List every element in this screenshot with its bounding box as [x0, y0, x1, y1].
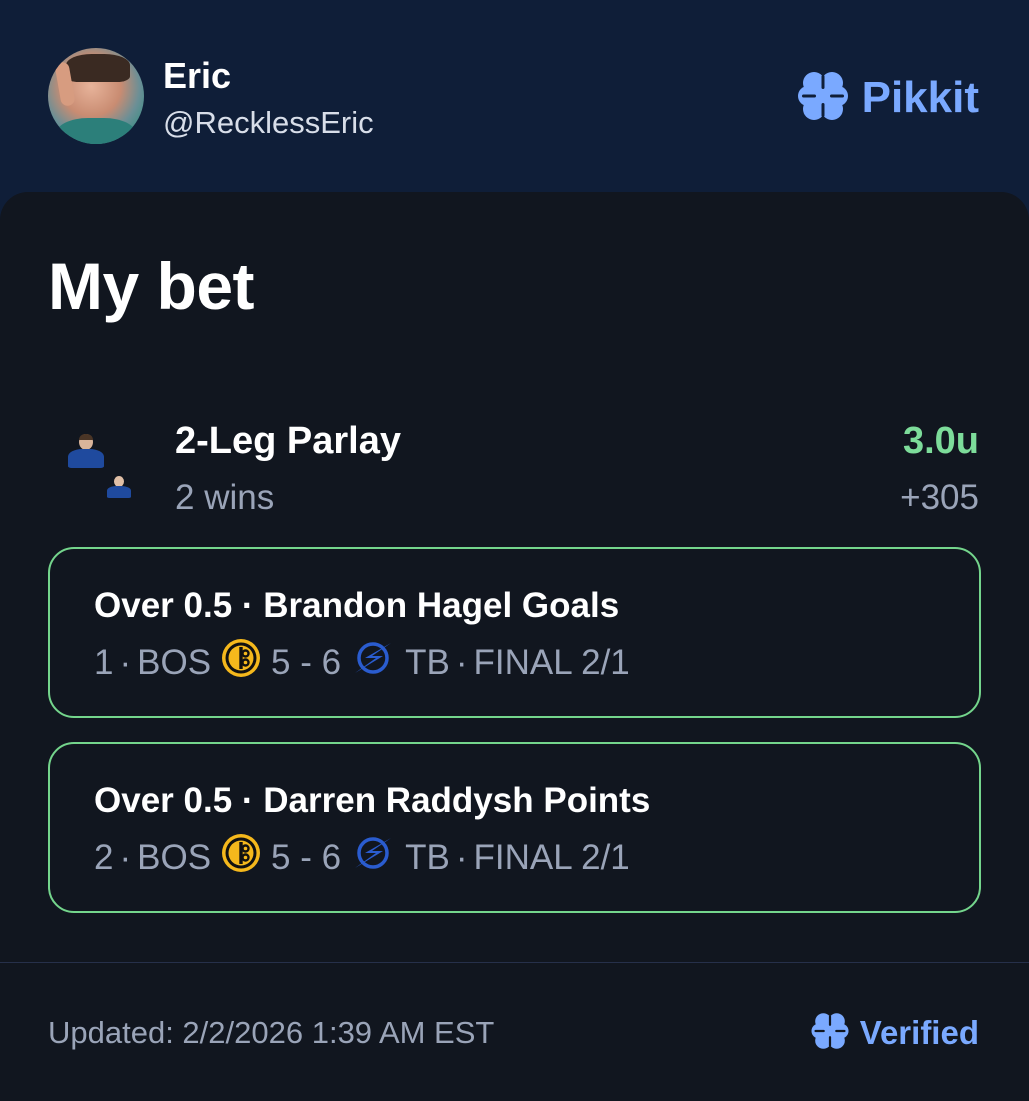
separator: · [119, 643, 132, 682]
game-status: FINAL 2/1 [473, 643, 630, 682]
avatar[interactable] [48, 48, 144, 144]
leg-result-value: 1 [94, 643, 114, 682]
bruins-logo-icon [221, 833, 261, 884]
leg-meta: 2 · BOS 5 - 6 TB · FINAL 2/1 [94, 833, 630, 881]
game-status: FINAL 2/1 [473, 838, 630, 877]
avatar-shirt [56, 118, 136, 144]
user-handle[interactable]: @RecklessEric [163, 104, 374, 142]
verified-label: Verified [859, 1014, 979, 1051]
bruins-logo-icon [221, 638, 261, 689]
profile-header: Eric @RecklessEric Pikkit [0, 0, 1029, 192]
parlay-result: 2 wins [175, 478, 275, 517]
brand-logo[interactable]: Pikkit [796, 70, 979, 126]
leg-meta: 1 · BOS 5 - 6 TB · FINAL 2/1 [94, 638, 630, 686]
away-team: BOS [137, 838, 212, 877]
footer-divider [0, 962, 1029, 963]
game-score: 5 - 6 [271, 838, 342, 877]
verified-badge[interactable]: Verified [810, 1011, 979, 1055]
leg-title: Over 0.5 · Brandon Hagel Goals [94, 586, 620, 625]
avatar-hair [66, 54, 130, 82]
parlay-leg[interactable]: Over 0.5 · Darren Raddysh Points 2 · BOS [48, 742, 981, 913]
clover-icon [796, 69, 850, 128]
game-score: 5 - 6 [271, 643, 342, 682]
home-team: TB [405, 838, 450, 877]
parlay-units: 3.0u [902, 420, 979, 462]
clover-icon [810, 1011, 850, 1056]
bet-card: My bet 2-Leg Parlay 2 wins 3.0u +305 Ove… [0, 192, 1029, 1101]
parlay-leg[interactable]: Over 0.5 · Brandon Hagel Goals 1 · BOS 5… [48, 547, 981, 718]
player-headshot-1 [66, 434, 106, 468]
parlay-title: 2-Leg Parlay [175, 420, 401, 462]
separator: · [455, 643, 468, 682]
lightning-logo-icon [351, 836, 395, 881]
leg-result-value: 2 [94, 838, 114, 877]
leg-title: Over 0.5 · Darren Raddysh Points [94, 781, 651, 820]
lightning-logo-icon [351, 641, 395, 686]
separator: · [455, 838, 468, 877]
card-title: My bet [48, 249, 255, 323]
home-team: TB [405, 643, 450, 682]
parlay-player-icons [60, 430, 140, 510]
away-team: BOS [137, 643, 212, 682]
parlay-odds: +305 [900, 478, 979, 517]
separator: · [119, 838, 132, 877]
user-name[interactable]: Eric [163, 56, 231, 96]
brand-name: Pikkit [861, 73, 979, 122]
updated-timestamp: Updated: 2/2/2026 1:39 AM EST [48, 1015, 495, 1050]
player-headshot-2 [106, 476, 132, 498]
